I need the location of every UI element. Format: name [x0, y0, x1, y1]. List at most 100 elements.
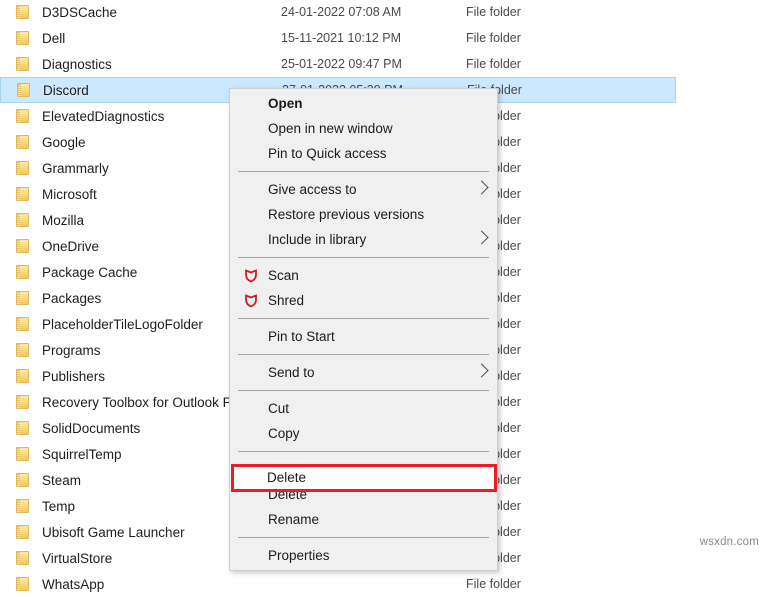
file-row-date: 24-01-2022 07:08 AM: [281, 5, 401, 19]
menu-item-label: Cut: [268, 401, 289, 416]
menu-item-label: Pin to Quick access: [268, 146, 387, 161]
context-menu-item-shred[interactable]: Shred: [230, 288, 497, 313]
folder-icon: [16, 577, 29, 591]
file-row-name: VirtualStore: [42, 551, 112, 566]
menu-separator: [238, 451, 489, 452]
context-menu-item-give-access-to[interactable]: Give access to: [230, 177, 497, 202]
folder-icon: [16, 135, 29, 149]
menu-item-label: Pin to Start: [268, 329, 335, 344]
folder-icon: [16, 57, 29, 71]
shield-icon: [245, 294, 257, 307]
menu-item-label: Copy: [268, 426, 300, 441]
file-row-name: SolidDocuments: [42, 421, 140, 436]
menu-item-label: Shred: [268, 293, 304, 308]
file-row-name: Temp: [42, 499, 75, 514]
menu-item-label: Open: [268, 96, 303, 111]
menu-separator: [238, 171, 489, 172]
menu-separator: [238, 318, 489, 319]
file-row-date: 25-01-2022 09:47 PM: [281, 57, 402, 71]
context-menu-item-pin-to-quick-access[interactable]: Pin to Quick access: [230, 141, 497, 166]
folder-icon: [16, 109, 29, 123]
chevron-right-icon: [474, 363, 488, 377]
menu-separator: [238, 537, 489, 538]
context-menu-item-delete[interactable]: Delete: [267, 470, 306, 485]
menu-separator: [238, 354, 489, 355]
folder-icon: [16, 161, 29, 175]
folder-icon: [16, 239, 29, 253]
folder-icon: [16, 473, 29, 487]
file-row-date: 15-11-2021 10:12 PM: [281, 31, 401, 45]
file-row-name: Package Cache: [42, 265, 137, 280]
context-menu-item-open-in-new-window[interactable]: Open in new window: [230, 116, 497, 141]
file-row-name: ElevatedDiagnostics: [42, 109, 164, 124]
folder-icon: [16, 317, 29, 331]
folder-icon: [16, 343, 29, 357]
file-row-name: Steam: [42, 473, 81, 488]
folder-icon: [16, 499, 29, 513]
menu-item-label: Properties: [268, 548, 330, 563]
folder-icon: [17, 83, 30, 97]
file-row-name: Google: [42, 135, 86, 150]
folder-icon: [16, 5, 29, 19]
context-menu-item-scan[interactable]: Scan: [230, 263, 497, 288]
file-row-name: WhatsApp: [42, 577, 104, 592]
file-row-name: SquirrelTemp: [42, 447, 122, 462]
file-row[interactable]: Diagnostics 25-01-2022 09:47 PM File folde…: [0, 51, 676, 77]
menu-item-label: Rename: [268, 512, 319, 527]
watermark: wsxdn.com: [700, 536, 759, 548]
file-row-name: Grammarly: [42, 161, 109, 176]
file-row[interactable]: D3DSCache 24-01-2022 07:08 AM File folder: [0, 0, 676, 25]
file-row-name: PlaceholderTileLogoFolder: [42, 317, 203, 332]
file-row-name: Mozilla: [42, 213, 84, 228]
file-row-name: Microsoft: [42, 187, 97, 202]
context-menu-item-copy[interactable]: Copy: [230, 421, 497, 446]
folder-icon: [16, 421, 29, 435]
menu-item-label: Send to: [268, 365, 315, 380]
file-row-name: Packages: [42, 291, 101, 306]
folder-icon: [16, 447, 29, 461]
menu-item-label: Restore previous versions: [268, 207, 424, 222]
file-row-name: Ubisoft Game Launcher: [42, 525, 185, 540]
chevron-right-icon: [474, 180, 488, 194]
context-menu-item-open[interactable]: Open: [230, 91, 497, 116]
context-menu-item-cut[interactable]: Cut: [230, 396, 497, 421]
menu-separator: [238, 390, 489, 391]
folder-icon: [16, 395, 29, 409]
menu-separator: [238, 257, 489, 258]
folder-icon: [16, 265, 29, 279]
file-row-name: Publishers: [42, 369, 105, 384]
file-row-name: D3DSCache: [42, 5, 117, 20]
shield-icon: [245, 269, 257, 282]
context-menu-item-restore-previous-versions[interactable]: Restore previous versions: [230, 202, 497, 227]
context-menu-item-rename[interactable]: Rename: [230, 507, 497, 532]
folder-icon: [16, 525, 29, 539]
menu-item-label: Give access to: [268, 182, 357, 197]
chevron-right-icon: [474, 230, 488, 244]
file-row-name: OneDrive: [42, 239, 99, 254]
folder-icon: [16, 291, 29, 305]
file-row-name: Diagnostics: [42, 57, 112, 72]
file-row-type: File folder: [466, 577, 521, 591]
folder-icon: [16, 213, 29, 227]
context-menu-item-pin-to-start[interactable]: Pin to Start: [230, 324, 497, 349]
menu-item-label: Scan: [268, 268, 299, 283]
context-menu[interactable]: Open Open in new window Pin to Quick acces…: [229, 88, 498, 571]
menu-item-label: Include in library: [268, 232, 366, 247]
context-menu-item-send-to[interactable]: Send to: [230, 360, 497, 385]
file-row-name: Dell: [42, 31, 65, 46]
folder-icon: [16, 31, 29, 45]
file-row-name: Programs: [42, 343, 101, 358]
file-row-name: Discord: [43, 83, 89, 98]
file-row[interactable]: WhatsApp File folder: [0, 571, 676, 597]
file-row-type: File folder: [466, 5, 521, 19]
file-row-type: File folder: [466, 31, 521, 45]
file-row[interactable]: Dell 15-11-2021 10:12 PM File folder: [0, 25, 676, 51]
folder-icon: [16, 551, 29, 565]
file-row-name: Recovery Toolbox for Outlook P: [42, 395, 232, 410]
context-menu-item-properties[interactable]: Properties: [230, 543, 497, 568]
file-row-type: File folder: [466, 57, 521, 71]
context-menu-item-include-in-library[interactable]: Include in library: [230, 227, 497, 252]
menu-item-label: Open in new window: [268, 121, 393, 136]
folder-icon: [16, 187, 29, 201]
folder-icon: [16, 369, 29, 383]
